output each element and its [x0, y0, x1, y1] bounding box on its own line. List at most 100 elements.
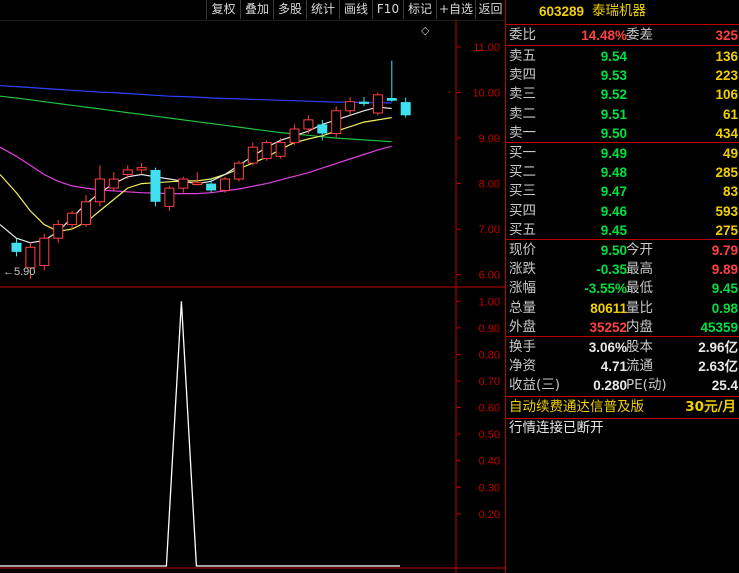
sell-row-5: 卖五 9.54 136: [506, 47, 739, 66]
quote-label: 现价: [509, 242, 536, 258]
indicator-tick-label: 0.60: [479, 403, 500, 415]
candle-body-down: [206, 183, 217, 191]
buy-label: 买五: [509, 221, 536, 238]
sell-price: 9.53: [600, 68, 627, 84]
toolbar-button-2[interactable]: 多股: [273, 0, 306, 19]
stat-value: 4.71: [600, 359, 627, 375]
low-price-value: 5.90: [14, 266, 35, 278]
promo-text[interactable]: 自动续费通达信普及版: [509, 398, 644, 417]
buy-volume: 593: [715, 203, 738, 219]
quote-value-2: 45359: [700, 319, 738, 335]
quote-label-2: 最低: [626, 280, 653, 297]
indicator-tick-label: 0.80: [479, 349, 500, 361]
stock-name: 泰瑞机器: [592, 3, 646, 19]
candle-body-up: [25, 246, 36, 269]
buy-price: 9.48: [600, 165, 627, 181]
buy-label: 买二: [509, 164, 536, 181]
quote-label: 总量: [509, 299, 536, 316]
candle-body-down: [11, 242, 22, 252]
sell-row-3: 卖三 9.52 106: [506, 85, 739, 104]
sell-price: 9.50: [600, 125, 627, 141]
stat-value: 3.06%: [588, 340, 627, 355]
candle-body-down: [386, 98, 397, 101]
sell-price: 9.54: [600, 49, 627, 64]
toolbar-button-0[interactable]: 复权: [206, 0, 240, 19]
quote-value-2: 9.79: [711, 243, 738, 258]
quote-label-2: 今开: [626, 242, 653, 258]
toolbar-button-1[interactable]: 叠加: [240, 0, 273, 19]
indicator-line: [0, 301, 400, 567]
quote-value: -3.55%: [584, 281, 627, 297]
candle-body-up: [122, 169, 133, 175]
sell-row-1: 卖一 9.50 434: [506, 124, 739, 143]
sell-volume: 106: [715, 87, 738, 103]
stat-label: 收益(三): [509, 377, 561, 394]
quote-label-2: 量比: [626, 299, 653, 316]
buy-row-1: 买一 9.49 49: [506, 144, 739, 163]
candle-body-up: [53, 224, 64, 239]
quote-value-2: 9.45: [711, 281, 738, 297]
quote-label: 涨幅: [509, 280, 536, 297]
promo-row[interactable]: 自动续费通达信普及版 30元/月: [506, 398, 739, 417]
stat-row-0: 换手 3.06% 股本 2.96亿: [506, 338, 739, 357]
buy-label: 买四: [509, 202, 536, 219]
sell-label: 卖二: [509, 105, 536, 122]
ma-line-magenta: [0, 145, 392, 195]
buy-price: 9.49: [600, 146, 627, 161]
sell-price: 9.51: [600, 106, 627, 122]
toolbar-button-6[interactable]: 标记: [403, 0, 436, 19]
toolbar-button-5[interactable]: F10: [372, 0, 403, 19]
sell-row-4: 卖四 9.53 223: [506, 66, 739, 85]
candle-body-down: [359, 101, 369, 104]
ma-line-yellow: [0, 117, 392, 233]
quote-label-2: 内盘: [626, 318, 653, 335]
weibi-label: 委比: [509, 27, 536, 43]
chart-toolbar: 复权 叠加 多股 统计 画线 F10 标记 +自选 返回: [0, 0, 505, 20]
weicha-label: 委差: [626, 27, 653, 43]
buy-price: 9.47: [600, 184, 627, 200]
toolbar-button-7[interactable]: +自选: [436, 0, 475, 19]
stat-label-2: 流通: [626, 358, 653, 375]
quote-row-0: 现价 9.50 今开 9.79: [506, 241, 739, 260]
toolbar-button-4[interactable]: 画线: [339, 0, 372, 19]
weibi-row: 委比 14.48% 委差 325: [506, 26, 739, 45]
indicator-tick-label: 0.40: [479, 456, 500, 468]
candle-body-up: [39, 237, 50, 267]
stat-label-2: 股本: [626, 339, 653, 355]
stat-value-2: 2.63亿: [698, 359, 738, 375]
indicator-tick-label: 1.00: [479, 296, 500, 308]
buy-row-3: 买三 9.47 83: [506, 182, 739, 201]
candle-body-up: [331, 110, 342, 135]
indicator-tick-label: 0.90: [479, 323, 500, 335]
buy-label: 买三: [509, 183, 536, 200]
candle-body-down: [317, 124, 328, 134]
sell-volume: 61: [722, 106, 738, 122]
toolbar-button-8[interactable]: 返回: [475, 0, 505, 19]
stat-row-2: 收益(三) 0.280 PE(动) 25.4: [506, 376, 739, 395]
candle-body-down: [400, 102, 411, 116]
quote-row-4: 外盘 35252 内盘 45359: [506, 318, 739, 337]
candle-body-down: [150, 169, 161, 202]
price-tick-label: 8.00: [479, 179, 500, 191]
candle-body-up: [81, 201, 91, 226]
status-row: 行情连接已断开: [506, 419, 739, 438]
indicator-tick-label: 0.30: [479, 482, 500, 494]
indicator-tick-label: 0.50: [479, 429, 500, 441]
candle-body-up: [303, 119, 314, 130]
candle-body-up: [220, 178, 230, 191]
quote-value: 35252: [589, 319, 627, 335]
sell-label: 卖四: [509, 67, 536, 84]
quote-value-2: 0.98: [711, 300, 738, 316]
sell-label: 卖五: [509, 48, 536, 64]
price-tick-label: 11.00: [473, 42, 500, 54]
price-tick-label: 9.00: [479, 133, 500, 145]
ma-line-blue: [0, 85, 392, 104]
kline-chart[interactable]: 11.00 10.00 9.00 8.00 7.00 6.00 1.00 0.90 0.80 0.…: [0, 0, 505, 573]
toolbar-button-3[interactable]: 统计: [306, 0, 339, 19]
weibi-value: 14.48%: [581, 28, 627, 43]
buy-price: 9.46: [600, 203, 627, 219]
stock-code: 603289: [539, 4, 585, 19]
promo-price[interactable]: 30元/月: [685, 398, 736, 417]
low-price-marker: ←5.90: [3, 266, 35, 278]
diamond-icon[interactable]: ◇: [421, 24, 430, 37]
